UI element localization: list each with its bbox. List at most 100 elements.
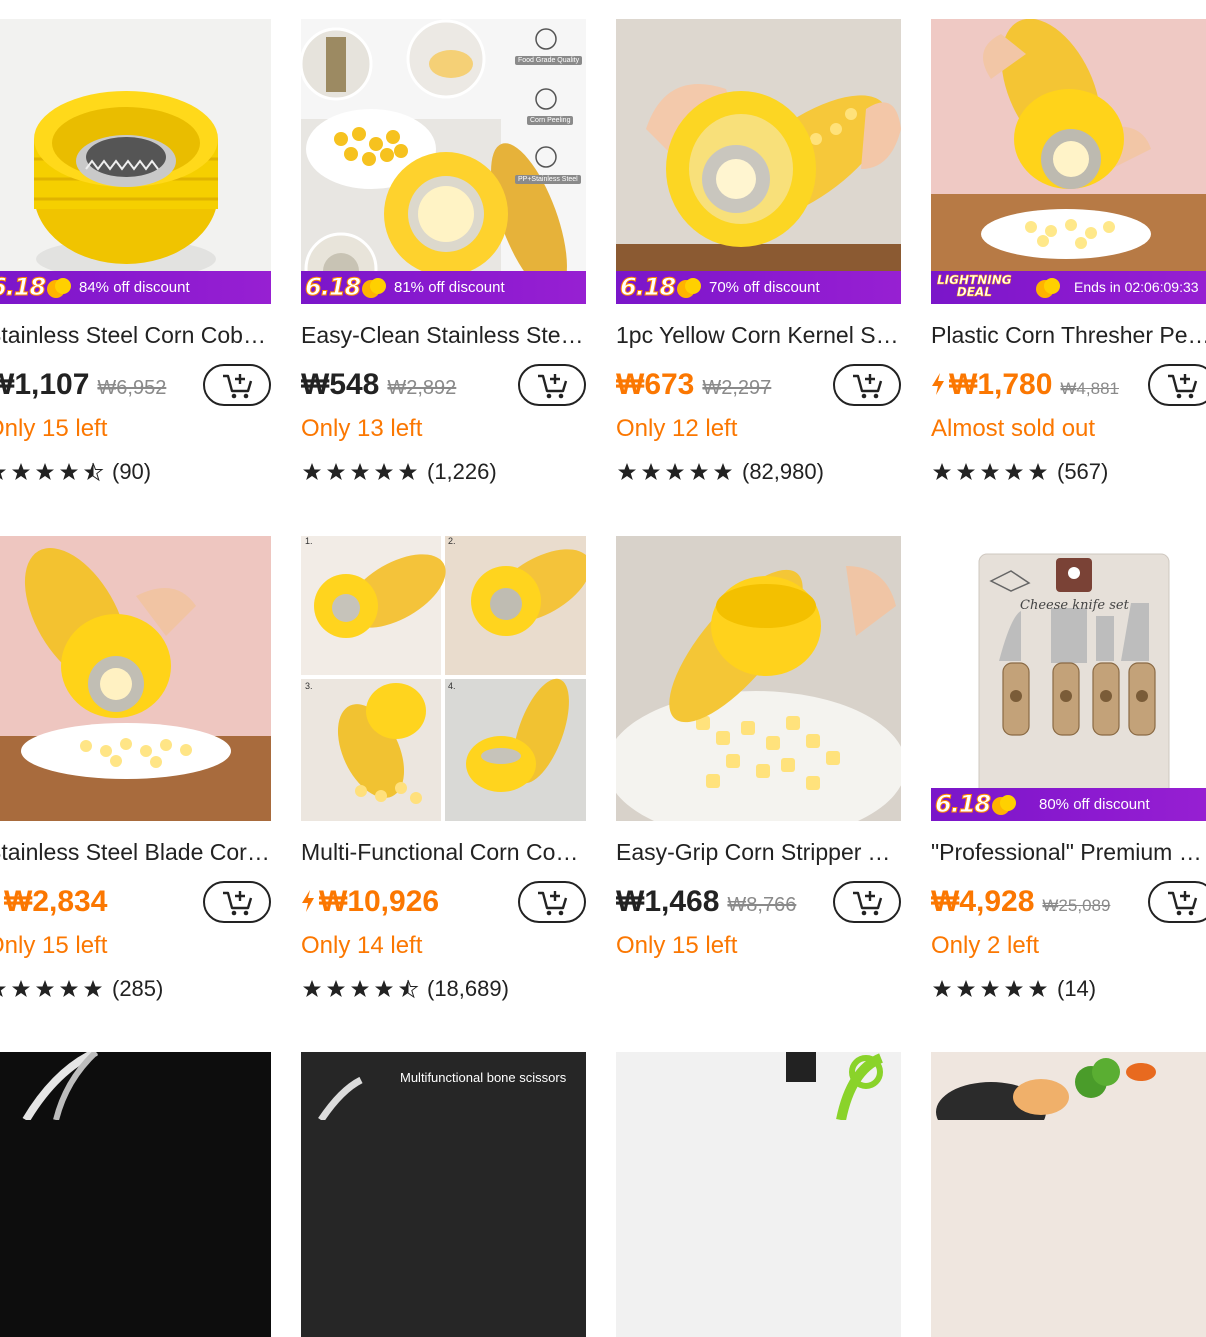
product-image[interactable]: Cheese knife set 6.18 80% off discount xyxy=(931,536,1206,821)
price: ₩1,107 ₩6,952 xyxy=(0,368,167,401)
stock-status: Only 12 left xyxy=(616,415,738,442)
star-rating-icon xyxy=(933,980,1047,997)
price-row: ₩1,107 ₩6,952 xyxy=(0,364,271,412)
scissors-photo xyxy=(318,1076,363,1120)
stock-status: Only 13 left xyxy=(301,415,423,442)
product-image[interactable]: 1. 2. 3. 4. xyxy=(301,536,586,821)
rating: (90) xyxy=(0,459,151,487)
product-image[interactable]: 6.18 70% off discount xyxy=(616,19,901,304)
rating: (567) xyxy=(931,459,1108,487)
add-to-cart-button[interactable] xyxy=(1148,881,1206,923)
original-price: ₩6,952 xyxy=(97,377,167,399)
product-title[interactable]: Stainless Steel Blade Corn Stripper xyxy=(0,839,271,866)
price-row: ₩1,780 ₩4,881 xyxy=(931,364,1206,412)
product-image[interactable] xyxy=(616,1052,901,1337)
lightning-deal-banner: LIGHTNING DEAL Ends in 02:06:09:33 xyxy=(931,271,1206,304)
product-photo xyxy=(786,1052,884,1120)
coin-icon xyxy=(992,795,1016,815)
cart-plus-icon xyxy=(1168,891,1198,916)
add-to-cart-button[interactable] xyxy=(203,364,271,406)
review-count: (90) xyxy=(112,459,152,484)
add-to-cart-button[interactable] xyxy=(833,364,901,406)
add-to-cart-button[interactable] xyxy=(833,881,901,923)
discount-text: 70% off discount xyxy=(709,279,820,296)
discount-text: 81% off discount xyxy=(394,279,505,296)
product-image[interactable] xyxy=(0,536,271,821)
step-number: 4. xyxy=(448,681,456,691)
stock-status: Only 2 left xyxy=(931,932,1040,959)
scissors-photo xyxy=(22,1052,99,1120)
star-rating-icon xyxy=(0,462,104,482)
star-rating-icon xyxy=(303,463,417,480)
rating: (18,689) xyxy=(301,976,509,1004)
review-count: (18,689) xyxy=(427,976,509,1001)
corn-stripper-photo xyxy=(616,84,901,304)
image-caption: Cheese knife set xyxy=(1020,598,1129,613)
add-to-cart-button[interactable] xyxy=(518,364,586,406)
review-count: (285) xyxy=(112,976,164,1001)
lightning-deal-badge: LIGHTNING DEAL xyxy=(937,273,1012,299)
product-title[interactable]: Easy-Clean Stainless Steel Corn Stripper xyxy=(301,322,586,349)
promo-banner: 6.18 81% off discount xyxy=(301,271,586,304)
review-count: (82,980) xyxy=(742,459,824,484)
price-row: ₩4,928 ₩25,089 xyxy=(931,881,1206,929)
review-count: (567) xyxy=(1057,459,1109,484)
product-title[interactable]: Stainless Steel Corn Cob Stripper xyxy=(0,322,271,349)
price-row: ₩2,834 xyxy=(0,881,271,929)
original-price: ₩4,881 xyxy=(1060,379,1119,398)
step-number: 2. xyxy=(448,536,456,546)
price-row: ₩673 ₩2,297 xyxy=(616,364,901,412)
rating: (82,980) xyxy=(616,459,824,487)
cheese-knife-set-photo xyxy=(978,553,1170,815)
coin-icon xyxy=(1036,278,1060,298)
price: ₩2,834 xyxy=(4,885,108,918)
product-title[interactable]: Multi-Functional Corn Cob Stripper xyxy=(301,839,586,866)
product-image[interactable] xyxy=(931,1052,1206,1337)
image-caption: Food Grade Quality xyxy=(515,56,583,65)
stock-status: Only 15 left xyxy=(0,932,108,959)
product-image[interactable]: Food Grade Quality Corn Peeling PP+Stain… xyxy=(301,19,586,304)
lightning-icon xyxy=(302,890,314,912)
product-image[interactable] xyxy=(0,1052,271,1337)
star-rating-icon xyxy=(933,463,1047,480)
stock-status: Only 15 left xyxy=(616,932,738,959)
sale-badge: 6.18 xyxy=(619,273,676,302)
lightning-icon xyxy=(932,373,944,395)
star-rating-icon xyxy=(0,980,102,997)
product-title[interactable]: Plastic Corn Thresher Peeler xyxy=(931,322,1206,349)
cart-plus-icon xyxy=(223,891,253,916)
review-count: (1,226) xyxy=(427,459,497,484)
original-price: ₩2,297 xyxy=(702,377,772,399)
original-price: ₩25,089 xyxy=(1042,896,1111,915)
add-to-cart-button[interactable] xyxy=(1148,364,1206,406)
coin-icon xyxy=(47,278,71,298)
original-price: ₩2,892 xyxy=(387,377,457,399)
coin-icon xyxy=(677,278,701,298)
product-image[interactable]: Multifunctional bone scissors xyxy=(301,1052,586,1337)
product-image[interactable]: LIGHTNING DEAL Ends in 02:06:09:33 xyxy=(931,19,1206,304)
product-title[interactable]: "Professional" Premium Cheese Knife Set xyxy=(931,839,1206,866)
original-price: ₩8,766 xyxy=(727,894,797,916)
product-image[interactable] xyxy=(616,536,901,821)
corn-stripper-photo xyxy=(0,548,271,821)
image-caption: Multifunctional bone scissors xyxy=(400,1070,567,1085)
corn-stripper-photo xyxy=(616,566,901,821)
price-row: ₩10,926 xyxy=(301,881,586,929)
discount-text: 80% off discount xyxy=(1039,796,1150,813)
sale-badge: 6.18 xyxy=(0,273,47,302)
price: ₩1,780 ₩4,881 xyxy=(931,368,1119,402)
product-title[interactable]: Easy-Grip Corn Stripper Tool xyxy=(616,839,901,866)
add-to-cart-button[interactable] xyxy=(203,881,271,923)
star-rating-icon xyxy=(303,979,419,999)
product-title[interactable]: 1pc Yellow Corn Kernel Stripper xyxy=(616,322,901,349)
price-row: ₩548 ₩2,892 xyxy=(301,364,586,412)
cart-plus-icon xyxy=(223,374,253,399)
price: ₩673 ₩2,297 xyxy=(616,368,772,401)
cart-plus-icon xyxy=(1168,374,1198,399)
rating: (285) xyxy=(0,976,163,1004)
corn-stripper-photo xyxy=(34,91,218,279)
product-image[interactable]: 6.18 84% off discount xyxy=(0,19,271,304)
add-to-cart-button[interactable] xyxy=(518,881,586,923)
stock-status: Only 14 left xyxy=(301,932,423,959)
cart-plus-icon xyxy=(538,891,568,916)
